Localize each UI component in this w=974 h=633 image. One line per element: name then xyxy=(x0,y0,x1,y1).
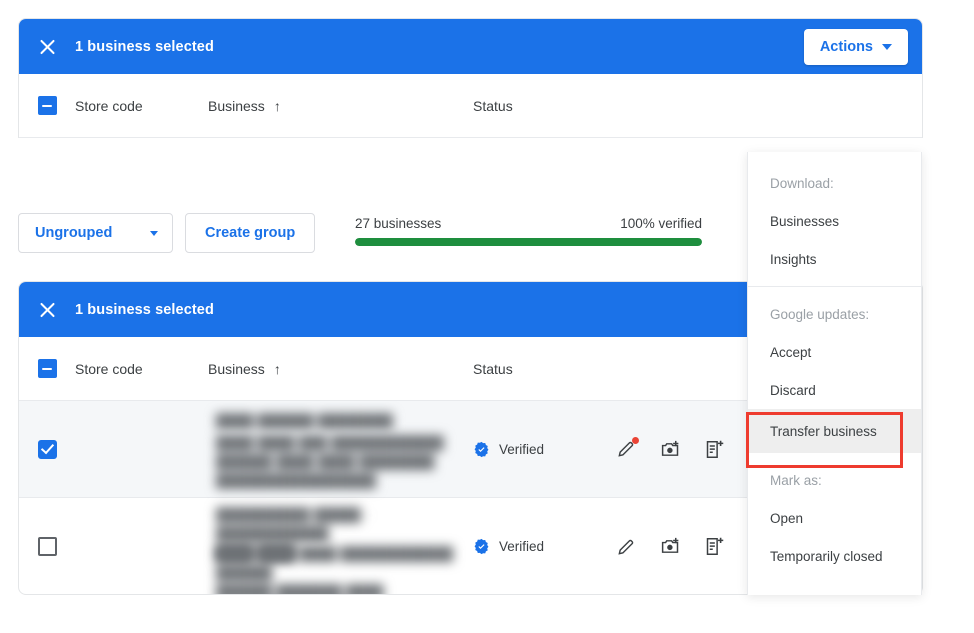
percent-verified-label: 100% verified xyxy=(620,216,702,231)
close-selection-button-bottom[interactable] xyxy=(19,282,75,337)
row-checkbox[interactable] xyxy=(38,440,57,459)
menu-item-transfer-business[interactable]: Transfer business xyxy=(748,409,921,453)
column-header-business[interactable]: Business ↑ xyxy=(208,98,473,114)
add-photo-icon xyxy=(660,536,681,557)
row-status: Verified xyxy=(473,538,593,555)
row-status: Verified xyxy=(473,441,593,458)
add-post-icon xyxy=(704,439,725,460)
top-table-header: Store code Business ↑ Status xyxy=(19,74,922,138)
group-filter-value: Ungrouped xyxy=(35,225,112,241)
column-header-business-label: Business xyxy=(208,98,265,114)
sort-ascending-icon: ↑ xyxy=(274,99,281,113)
menu-divider xyxy=(748,286,921,287)
menu-section-download-label: Download: xyxy=(748,164,921,202)
row-business-address-redacted: ████ ████ ████ ████████████ ██████ █████… xyxy=(216,544,473,595)
app-screen: 1 business selected Actions Store code B… xyxy=(0,0,974,633)
actions-button-label: Actions xyxy=(820,39,873,55)
add-photo-icon xyxy=(660,439,681,460)
pending-edit-dot-icon xyxy=(632,437,639,444)
top-business-table-card: 1 business selected Actions Store code B… xyxy=(18,18,923,138)
verified-badge-icon xyxy=(473,441,490,458)
selection-count-label: 1 business selected xyxy=(75,39,804,55)
actions-button[interactable]: Actions xyxy=(804,29,908,65)
menu-section-mark-as-label: Mark as: xyxy=(748,461,921,499)
menu-item-insights[interactable]: Insights xyxy=(748,240,921,278)
chevron-down-icon xyxy=(882,44,892,50)
row-checkbox-cell xyxy=(19,537,75,556)
chevron-down-icon xyxy=(150,231,158,236)
select-all-checkbox[interactable] xyxy=(38,96,57,115)
group-filter-dropdown[interactable]: Ungrouped xyxy=(18,213,173,253)
select-all-checkbox-cell-bottom xyxy=(19,359,75,378)
column-header-store-code[interactable]: Store code xyxy=(75,98,208,114)
verified-badge-icon xyxy=(473,538,490,555)
close-icon xyxy=(38,37,57,56)
row-checkbox[interactable] xyxy=(38,537,57,556)
business-count-label: 27 businesses xyxy=(355,216,441,231)
row-status-label: Verified xyxy=(499,442,544,457)
verification-progress-fill xyxy=(355,238,702,246)
menu-item-discard[interactable]: Discard xyxy=(748,371,921,409)
edit-icon-button[interactable] xyxy=(607,430,645,468)
menu-section-google-updates-label: Google updates: xyxy=(748,295,921,333)
close-icon xyxy=(38,300,57,319)
column-header-status-bottom[interactable]: Status xyxy=(473,361,593,377)
create-group-label: Create group xyxy=(205,225,295,241)
menu-item-temporarily-closed[interactable]: Temporarily closed xyxy=(748,537,921,575)
column-header-business-label-bottom: Business xyxy=(208,361,265,377)
top-selection-bar: 1 business selected Actions xyxy=(19,19,922,74)
verification-summary: 27 businesses 100% verified xyxy=(355,216,702,246)
create-group-button[interactable]: Create group xyxy=(185,213,315,253)
group-toolbar: Ungrouped Create group xyxy=(18,213,315,253)
column-header-business-bottom[interactable]: Business ↑ xyxy=(208,361,473,377)
actions-dropdown-menu: Download: Businesses Insights Google upd… xyxy=(747,152,922,595)
sort-ascending-icon: ↑ xyxy=(274,362,281,376)
row-business-address-redacted: ████ ████ ███ ████████████ ██████ ████ █… xyxy=(216,433,444,490)
row-status-label: Verified xyxy=(499,539,544,554)
menu-item-open[interactable]: Open xyxy=(748,499,921,537)
add-photo-icon-button[interactable] xyxy=(651,528,689,566)
add-post-icon xyxy=(704,536,725,557)
edit-icon xyxy=(616,537,636,557)
add-post-icon-button[interactable] xyxy=(695,430,733,468)
verification-progress-track xyxy=(355,238,702,246)
verification-summary-labels: 27 businesses 100% verified xyxy=(355,216,702,231)
select-all-checkbox-cell xyxy=(19,96,75,115)
add-post-icon-button[interactable] xyxy=(695,528,733,566)
column-header-status[interactable]: Status xyxy=(473,98,593,114)
row-business-name-redacted: ████ ██████ ████████ xyxy=(216,411,393,430)
menu-item-accept[interactable]: Accept xyxy=(748,333,921,371)
select-all-checkbox-bottom[interactable] xyxy=(38,359,57,378)
add-photo-icon-button[interactable] xyxy=(651,430,689,468)
row-checkbox-cell xyxy=(19,440,75,459)
menu-item-businesses[interactable]: Businesses xyxy=(748,202,921,240)
column-header-store-code-bottom[interactable]: Store code xyxy=(75,361,208,377)
edit-icon-button[interactable] xyxy=(607,528,645,566)
row-business-name-cell: ████ ██████ ████████ ████ ████ ███ █████… xyxy=(208,401,473,498)
row-business-name-cell: ██████████ █████ - ████████████ ████ ███… xyxy=(208,498,473,595)
close-selection-button[interactable] xyxy=(19,19,75,74)
